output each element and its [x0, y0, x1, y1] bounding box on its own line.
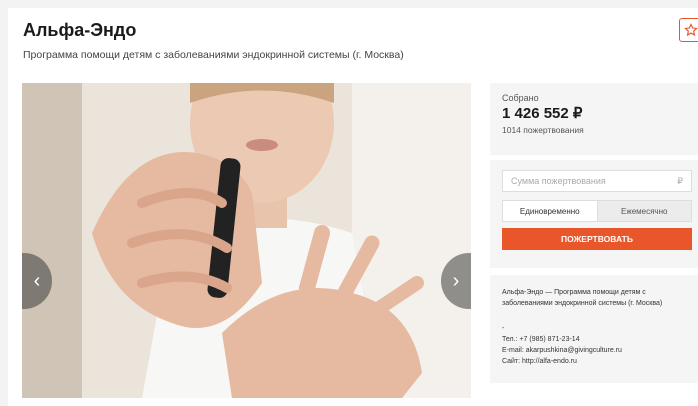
contact-info: Альфа-Эндо — Программа помощи детям с за… — [490, 275, 698, 383]
star-icon — [684, 23, 698, 37]
contact-phone: Тел.: +7 (985) 871-23-14 — [502, 336, 580, 343]
donation-count: 1014 пожертвования — [502, 125, 584, 135]
frequency-toggle: Единовременно Ежемесячно — [502, 200, 692, 222]
program-description: Альфа-Эндо — Программа помощи детям с за… — [502, 289, 663, 307]
donation-amount-input[interactable]: Сумма пожертвования ₽ — [502, 170, 692, 192]
raised-amount: 1 426 552 ₽ — [502, 105, 583, 122]
image-gallery: ‹ › — [22, 83, 471, 398]
donation-amount-placeholder: Сумма пожертвования — [511, 176, 606, 186]
gallery-photo — [22, 83, 471, 398]
raised-label: Собрано — [502, 93, 539, 103]
donate-button[interactable]: ПОЖЕРТВОВАТЬ — [502, 228, 692, 250]
raised-summary: Собрано 1 426 552 ₽ 1014 пожертвования — [490, 83, 698, 155]
monthly-option[interactable]: Ежемесячно — [596, 201, 691, 221]
contact-website[interactable]: Сайт: http://alfa-endo.ru — [502, 356, 688, 367]
donation-form: Сумма пожертвования ₽ Единовременно Ежем… — [490, 160, 698, 268]
one-time-option[interactable]: Единовременно — [503, 201, 597, 221]
currency-symbol: ₽ — [677, 175, 683, 186]
page-subtitle: Программа помощи детям с заболеваниями э… — [23, 49, 404, 61]
page-title: Альфа-Эндо — [23, 20, 137, 40]
contact-email[interactable]: E-mail: akarpushkina@givingculture.ru — [502, 345, 688, 356]
info-separator: - — [502, 325, 505, 332]
favorite-button[interactable] — [679, 18, 698, 42]
